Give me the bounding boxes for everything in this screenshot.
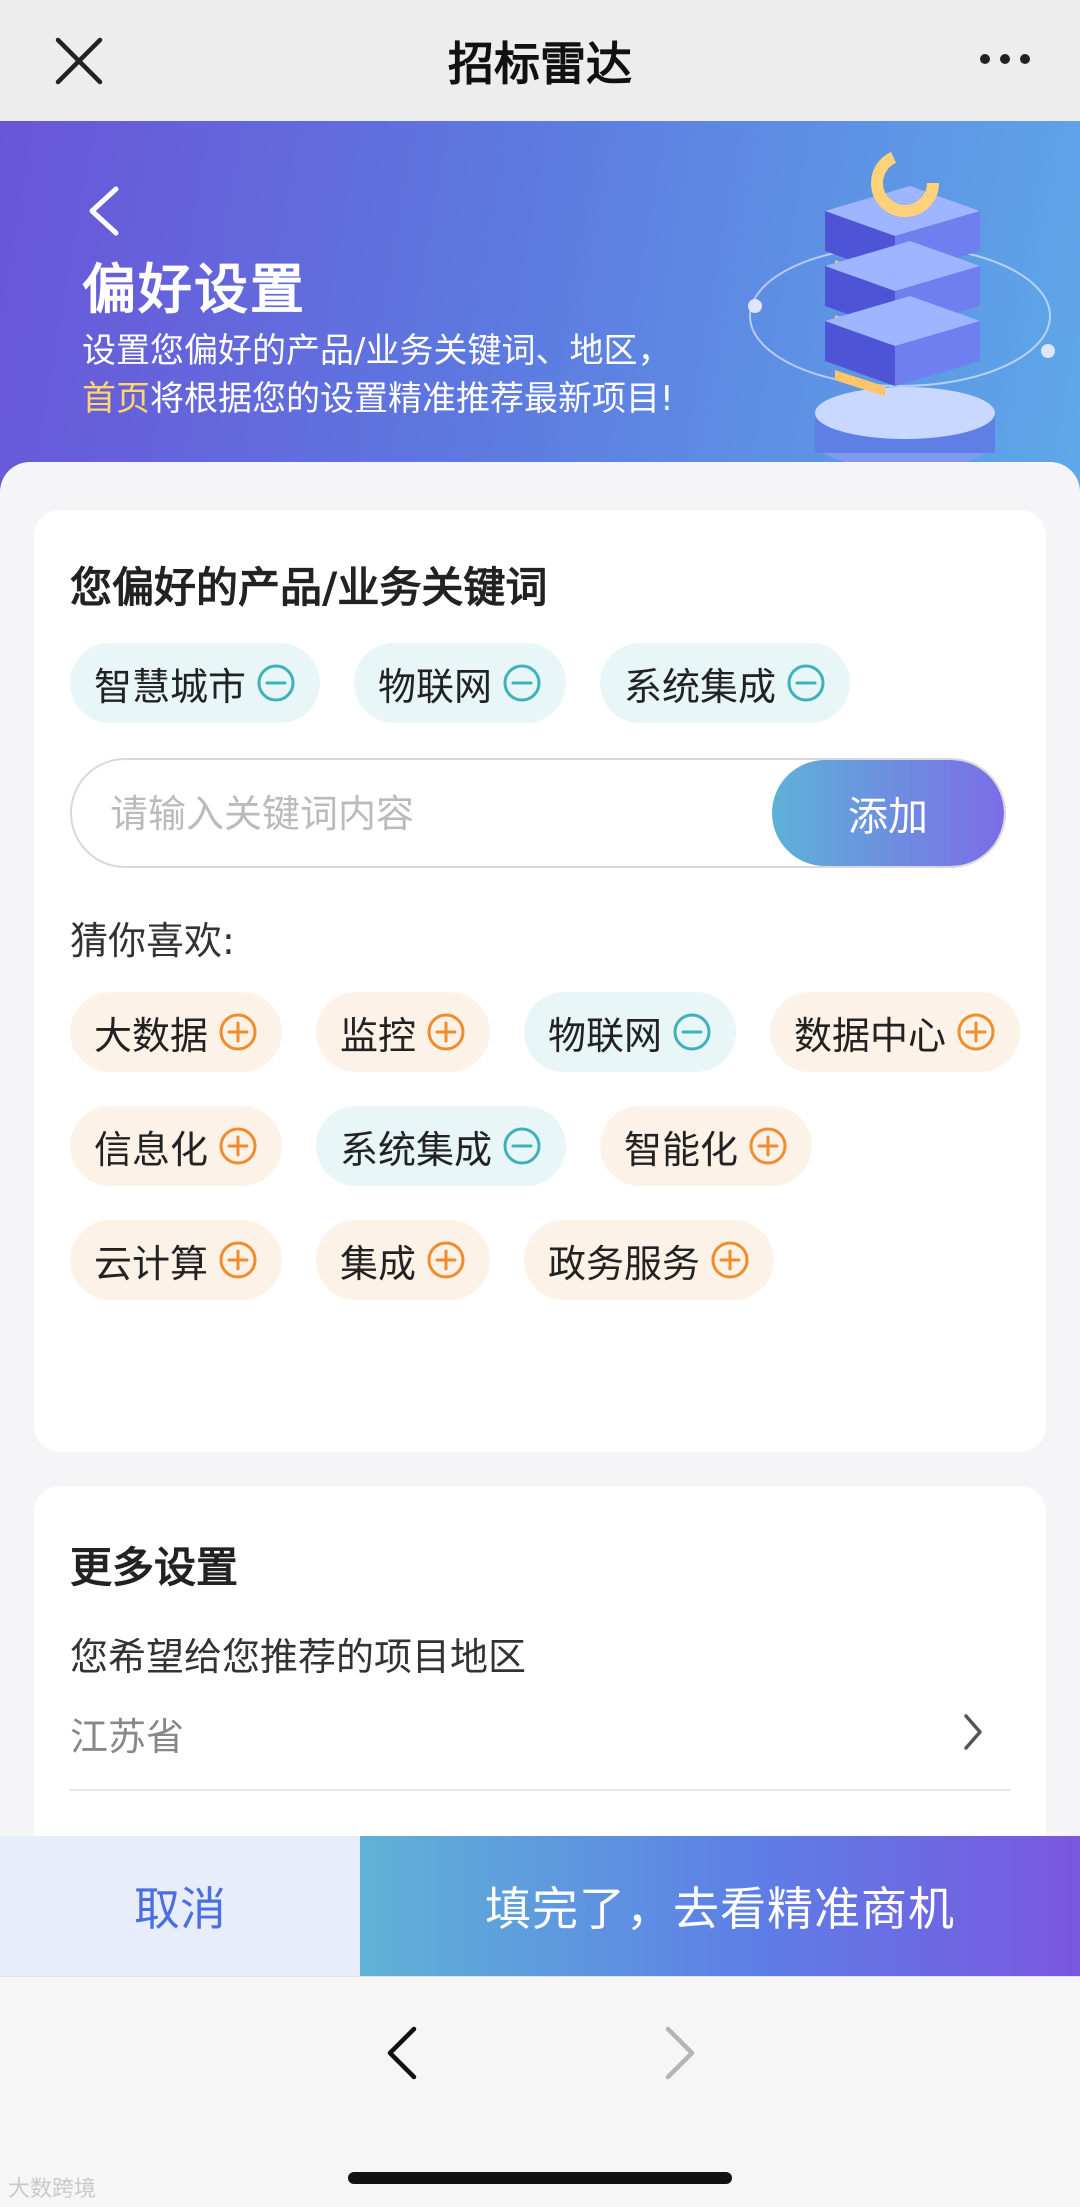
add-keyword-button[interactable]: 添加 bbox=[772, 760, 1004, 866]
keyword-input[interactable] bbox=[108, 760, 772, 866]
tag-label: 监控 bbox=[340, 1013, 417, 1058]
suggested-keywords: 大数据 监控 物联网 数据中心 信息化 系统集成 智能化 云计算 集成 政务服务 bbox=[70, 992, 1030, 1300]
keyword-input-row: 添加 bbox=[70, 758, 1006, 868]
confirm-button[interactable]: 填完了，去看精准商机 bbox=[360, 1836, 1080, 1976]
selected-keyword-tag[interactable]: 系统集成 bbox=[600, 643, 851, 723]
add-circle-icon[interactable] bbox=[218, 1240, 258, 1280]
remove-circle-icon[interactable] bbox=[672, 1012, 712, 1052]
selected-keyword-tag[interactable]: 物联网 bbox=[354, 643, 567, 723]
app-top-bar: 招标雷达 bbox=[0, 0, 1080, 121]
homepage-highlight: 首页 bbox=[82, 379, 150, 419]
tag-label: 系统集成 bbox=[624, 664, 777, 709]
add-circle-icon[interactable] bbox=[218, 1126, 258, 1166]
server-illustration-icon bbox=[748, 149, 1055, 469]
remove-circle-icon[interactable] bbox=[256, 663, 296, 703]
suggested-keyword-tag[interactable]: 数据中心 bbox=[770, 992, 1021, 1072]
more-options-icon[interactable] bbox=[978, 44, 1032, 74]
tag-label: 智能化 bbox=[624, 1127, 739, 1172]
description-line-2-text: 将根据您的设置精准推荐最新项目! bbox=[150, 379, 674, 419]
add-circle-icon[interactable] bbox=[218, 1012, 258, 1052]
description-line-2: 首页将根据您的设置精准推荐最新项目! bbox=[82, 375, 674, 423]
tag-label: 物联网 bbox=[378, 664, 493, 709]
tag-label: 系统集成 bbox=[340, 1127, 493, 1172]
selected-keywords: 智慧城市 物联网 系统集成 bbox=[70, 643, 1030, 723]
suggested-keyword-tag[interactable]: 政务服务 bbox=[524, 1220, 775, 1300]
more-settings-heading: 更多设置 bbox=[70, 1543, 239, 1592]
tag-label: 集成 bbox=[340, 1241, 417, 1286]
suggested-keyword-tag[interactable]: 监控 bbox=[316, 992, 491, 1072]
cancel-button[interactable]: 取消 bbox=[0, 1836, 360, 1976]
home-indicator[interactable] bbox=[348, 2172, 732, 2184]
selected-keyword-tag[interactable]: 智慧城市 bbox=[70, 643, 321, 723]
browser-nav-bar: 大数跨境 bbox=[0, 1976, 1080, 2207]
keywords-heading: 您偏好的产品/业务关键词 bbox=[70, 563, 548, 612]
remove-circle-icon[interactable] bbox=[502, 1126, 542, 1166]
page-title: 偏好设置 bbox=[82, 258, 306, 321]
nav-forward-icon[interactable] bbox=[660, 2023, 700, 2083]
add-circle-icon[interactable] bbox=[748, 1126, 788, 1166]
suggestions-heading: 猜你喜欢: bbox=[70, 919, 235, 963]
add-circle-icon[interactable] bbox=[426, 1240, 466, 1280]
suggested-keyword-tag[interactable]: 智能化 bbox=[600, 1106, 813, 1186]
suggested-keyword-tag[interactable]: 集成 bbox=[316, 1220, 491, 1300]
suggested-keyword-tag[interactable]: 大数据 bbox=[70, 992, 283, 1072]
region-divider bbox=[70, 1789, 1010, 1791]
add-circle-icon[interactable] bbox=[710, 1240, 750, 1280]
suggested-keyword-tag[interactable]: 信息化 bbox=[70, 1106, 283, 1186]
tag-label: 政务服务 bbox=[548, 1241, 701, 1286]
app-title: 招标雷达 bbox=[448, 37, 632, 91]
remove-circle-icon[interactable] bbox=[786, 663, 826, 703]
region-value[interactable]: 江苏省 bbox=[70, 1706, 184, 1761]
keywords-card: 您偏好的产品/业务关键词 智慧城市 物联网 系统集成 添加 猜你喜欢: 大数据 … bbox=[34, 510, 1046, 1452]
tag-label: 信息化 bbox=[94, 1127, 209, 1172]
nav-back-icon[interactable] bbox=[382, 2023, 422, 2083]
header-banner: 偏好设置 设置您偏好的产品/业务关键词、地区， 首页将根据您的设置精准推荐最新项… bbox=[0, 121, 1080, 501]
remove-circle-icon[interactable] bbox=[502, 663, 542, 703]
chevron-right-icon[interactable] bbox=[962, 1712, 984, 1752]
page-description: 设置您偏好的产品/业务关键词、地区， 首页将根据您的设置精准推荐最新项目! bbox=[82, 327, 674, 423]
suggested-keyword-tag[interactable]: 云计算 bbox=[70, 1220, 283, 1300]
description-line-1: 设置您偏好的产品/业务关键词、地区， bbox=[82, 331, 672, 371]
tag-label: 智慧城市 bbox=[94, 664, 247, 709]
back-arrow-icon[interactable] bbox=[84, 183, 124, 239]
suggested-keyword-tag[interactable]: 系统集成 bbox=[316, 1106, 567, 1186]
suggested-keyword-tag[interactable]: 物联网 bbox=[524, 992, 737, 1072]
region-label: 您希望给您推荐的项目地区 bbox=[70, 1635, 527, 1679]
add-circle-icon[interactable] bbox=[956, 1012, 996, 1052]
more-settings-card: 更多设置 您希望给您推荐的项目地区 江苏省 bbox=[34, 1486, 1046, 1836]
tag-label: 物联网 bbox=[548, 1013, 663, 1058]
tag-label: 数据中心 bbox=[794, 1013, 947, 1058]
tag-label: 大数据 bbox=[94, 1013, 209, 1058]
watermark: 大数跨境 bbox=[8, 2177, 97, 2202]
add-circle-icon[interactable] bbox=[426, 1012, 466, 1052]
tag-label: 云计算 bbox=[94, 1241, 209, 1286]
